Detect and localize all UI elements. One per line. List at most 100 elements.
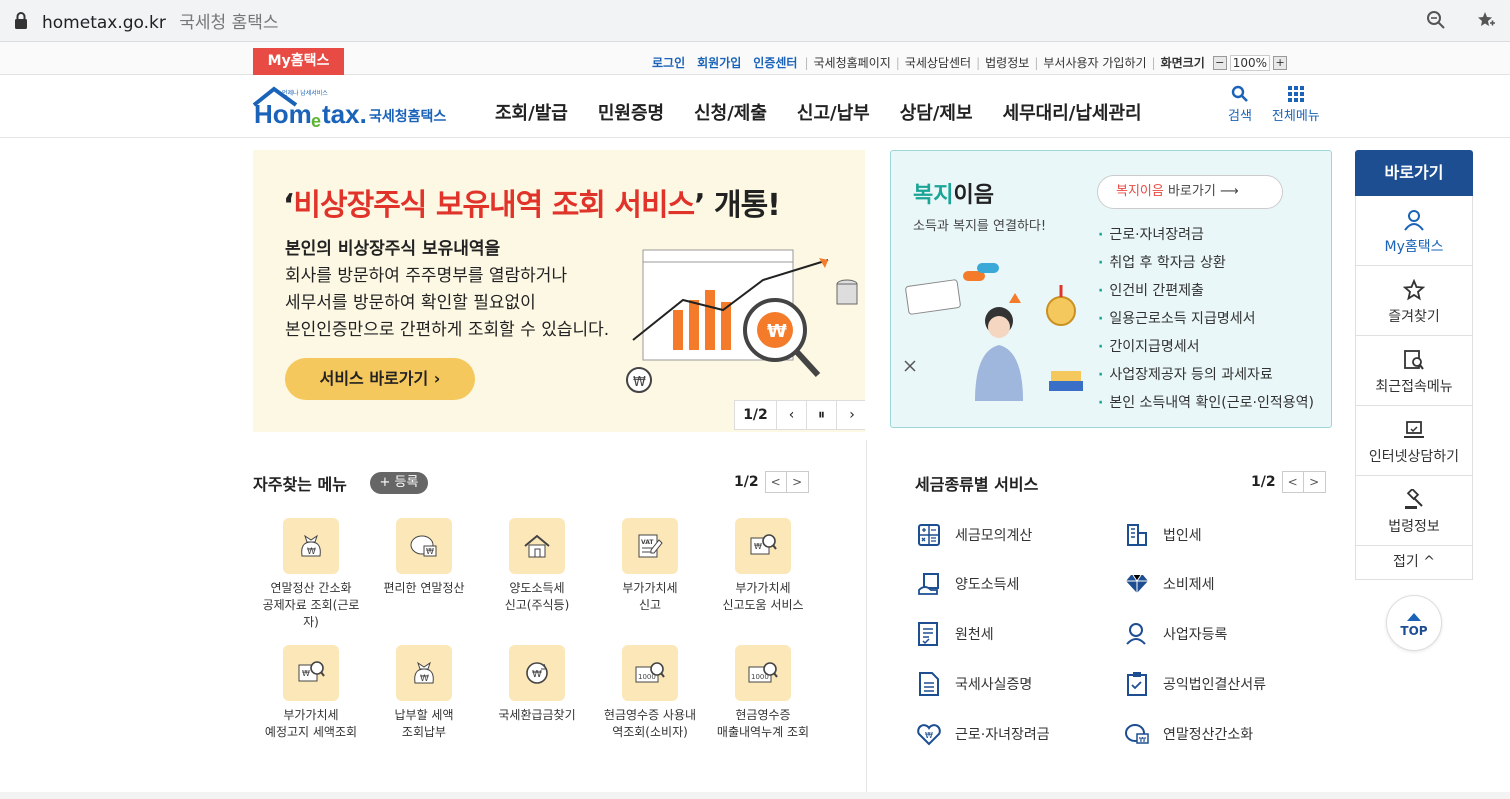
svg-text:tax.: tax. xyxy=(322,99,367,129)
tax-type-title: 세금종류별 서비스 xyxy=(915,475,1039,494)
tax-counsel-link[interactable]: 국세상담센터 xyxy=(905,54,971,71)
quick-menu-collapse-button[interactable]: 접기 ^ xyxy=(1355,546,1473,580)
promo-banner[interactable]: ‘비상장주식 보유내역 조회 서비스’ 개통! 본인의 비상장주식 보유내역을 … xyxy=(253,150,865,432)
building-icon xyxy=(1123,521,1151,549)
gavel-icon xyxy=(1356,488,1472,512)
welfare-shortcut-button[interactable]: 복지이음 바로가기 ⟶ xyxy=(1097,175,1283,209)
banner-illustration: ₩ ₩ xyxy=(626,249,858,393)
nav-certificate[interactable]: 민원증명 xyxy=(598,99,664,125)
laptop-icon xyxy=(1356,418,1472,442)
nav-application[interactable]: 신청/제출 xyxy=(694,99,767,125)
hometax-logo[interactable]: 언제나 납세서비스 Hom e tax. 국세청홈택스 xyxy=(252,83,462,131)
menu-vat-help-service[interactable]: ₩ 부가가치세 신고도움 서비스 xyxy=(705,518,821,614)
menu-tax-refund-finder[interactable]: ₩ 국세환급금찾기 xyxy=(479,645,595,724)
quick-recent-menu[interactable]: 최근접속메뉴 xyxy=(1355,336,1473,406)
welfare-panel: 복지이음 소득과 복지를 연결하다! 복지이음 바로가기 ⟶ 근로·자녀장려금 … xyxy=(890,150,1332,428)
dept-user-link[interactable]: 부서사용자 가입하기 xyxy=(1043,54,1146,71)
menu-cash-receipt-consumer[interactable]: 1000 현금영수증 사용내 역조회(소비자) xyxy=(592,645,708,741)
receipt-search-icon: 1000 xyxy=(622,645,678,701)
welfare-item[interactable]: 근로·자녀장려금 xyxy=(1098,221,1314,249)
menu-easy-yearend[interactable]: ₩ 편리한 연말정산 xyxy=(366,518,482,597)
svg-text:₩: ₩ xyxy=(420,674,429,684)
tax-simulation[interactable]: 세금모의계산 xyxy=(915,521,1115,549)
heart-hand-icon: ₩ xyxy=(915,720,943,748)
banner-prev-button[interactable]: ‹ xyxy=(777,401,807,429)
receipt-search-icon: 1000 xyxy=(735,645,791,701)
menu-payable-tax-inquiry[interactable]: ₩ 납부할 세액 조회납부 xyxy=(366,645,482,741)
nav-tax-agent[interactable]: 세무대리/납세관리 xyxy=(1003,99,1142,125)
menu-yearend-simplified[interactable]: ₩ 연말정산 간소화 공제자료 조회(근로 자) xyxy=(253,518,369,631)
bookmark-star-icon[interactable] xyxy=(1476,10,1496,35)
menu-vat-notice-inquiry[interactable]: ₩ 부가가치세 예정고지 세액조회 xyxy=(253,645,369,741)
nts-homepage-link[interactable]: 국세청홈페이지 xyxy=(814,54,891,71)
url-field[interactable]: hometax.go.kr 국세청 홈택스 xyxy=(42,8,279,33)
frequent-pager: 1/2 < > xyxy=(734,471,809,493)
welfare-item[interactable]: 일용근로소득 지급명세서 xyxy=(1098,305,1314,333)
withholding-tax[interactable]: 원천세 xyxy=(915,620,1115,648)
public-corp-settlement[interactable]: 공익법인결산서류 xyxy=(1123,670,1323,698)
consumption-tax[interactable]: 소비제세 xyxy=(1123,570,1323,598)
my-hometax-tab[interactable]: My홈택스 xyxy=(253,48,344,75)
all-menu-button[interactable]: 전체메뉴 xyxy=(1272,83,1320,124)
document-search-icon: ₩ xyxy=(735,518,791,574)
quick-law-info[interactable]: 법령정보 xyxy=(1355,476,1473,546)
nav-report-payment[interactable]: 신고/납부 xyxy=(797,99,870,125)
zoom-icon[interactable] xyxy=(1426,10,1446,35)
quick-menu: 바로가기 My홈택스 즐겨찾기 최근접속메뉴 인터넷상담하기 법령정보 접기 ^ xyxy=(1355,150,1473,580)
taxtype-prev-button[interactable]: < xyxy=(1281,471,1304,493)
taxtype-next-button[interactable]: > xyxy=(1303,471,1326,493)
welfare-item[interactable]: 간이지급명세서 xyxy=(1098,333,1314,361)
frequent-prev-button[interactable]: < xyxy=(764,471,787,493)
browser-address-bar: hometax.go.kr 국세청 홈택스 xyxy=(0,0,1510,42)
signup-link[interactable]: 회원가입 xyxy=(697,54,741,71)
quick-item-label: 최근접속메뉴 xyxy=(1375,379,1453,395)
diamond-icon xyxy=(1123,570,1151,598)
transfer-income-tax[interactable]: 양도소득세 xyxy=(915,570,1115,598)
utility-bar: My홈택스 로그인 회원가입 인증센터 | 국세청홈페이지 | 국세상담센터 |… xyxy=(0,42,1510,75)
search-button[interactable]: 검색 xyxy=(1228,83,1252,124)
quick-online-consult[interactable]: 인터넷상담하기 xyxy=(1355,406,1473,476)
house-icon xyxy=(509,518,565,574)
zoom-in-button[interactable]: + xyxy=(1273,55,1288,70)
welfare-item[interactable]: 본인 소득내역 확인(근로·인적용역) xyxy=(1098,389,1314,417)
tax-certificate[interactable]: 국세사실증명 xyxy=(915,670,1115,698)
corporate-tax[interactable]: 법인세 xyxy=(1123,521,1323,549)
taxtype-pager: 1/2 < > xyxy=(1251,471,1326,493)
star-icon xyxy=(1356,278,1472,302)
nav-consult[interactable]: 상담/제보 xyxy=(900,99,973,125)
login-link[interactable]: 로그인 xyxy=(652,54,685,71)
zoom-out-button[interactable]: − xyxy=(1212,55,1227,70)
document-icon xyxy=(915,670,943,698)
user-search-icon xyxy=(1123,620,1151,648)
section-divider xyxy=(866,440,867,795)
frequent-next-button[interactable]: > xyxy=(786,471,809,493)
tax-form-icon xyxy=(915,620,943,648)
welfare-item[interactable]: 사업장제공자 등의 과세자료 xyxy=(1098,361,1314,389)
recent-doc-icon xyxy=(1356,348,1472,372)
earned-income-credit[interactable]: ₩ 근로·자녀장려금 xyxy=(915,720,1115,748)
menu-transfer-income-tax[interactable]: 양도소득세 신고(주식등) xyxy=(479,518,595,614)
cert-center-link[interactable]: 인증센터 xyxy=(753,54,797,71)
business-registration[interactable]: 사업자등록 xyxy=(1123,620,1323,648)
register-button[interactable]: + 등록 xyxy=(370,472,428,494)
quick-favorites[interactable]: 즐겨찾기 xyxy=(1355,266,1473,336)
menu-vat-report[interactable]: VAT 부가가치세 신고 xyxy=(592,518,708,614)
scroll-top-button[interactable]: TOP xyxy=(1386,595,1442,651)
svg-text:₩: ₩ xyxy=(633,375,646,390)
welfare-item[interactable]: 취업 후 학자금 상환 xyxy=(1098,249,1314,277)
menu-cash-receipt-sales[interactable]: 1000 현금영수증 매출내역누계 조회 xyxy=(705,645,821,741)
yearend-simplified[interactable]: ₩ 연말정산간소화 xyxy=(1123,720,1323,748)
chat-money-icon: ₩ xyxy=(1123,720,1151,748)
nav-inquiry[interactable]: 조회/발급 xyxy=(495,99,568,125)
page-title: 국세청 홈택스 xyxy=(179,13,279,33)
welfare-item[interactable]: 인건비 간편제출 xyxy=(1098,277,1314,305)
banner-pause-button[interactable]: ⏸ xyxy=(807,401,837,429)
law-info-link[interactable]: 법령정보 xyxy=(985,54,1029,71)
service-shortcut-button[interactable]: 서비스 바로가기 › xyxy=(285,358,475,400)
banner-next-button[interactable]: › xyxy=(837,401,865,429)
welfare-subtitle: 소득과 복지를 연결하다! xyxy=(913,219,1047,234)
page-bottom-edge xyxy=(0,792,1510,799)
refund-coin-icon: ₩ xyxy=(509,645,565,701)
url-host: hometax.go.kr xyxy=(42,13,166,33)
quick-my-hometax[interactable]: My홈택스 xyxy=(1355,196,1473,266)
